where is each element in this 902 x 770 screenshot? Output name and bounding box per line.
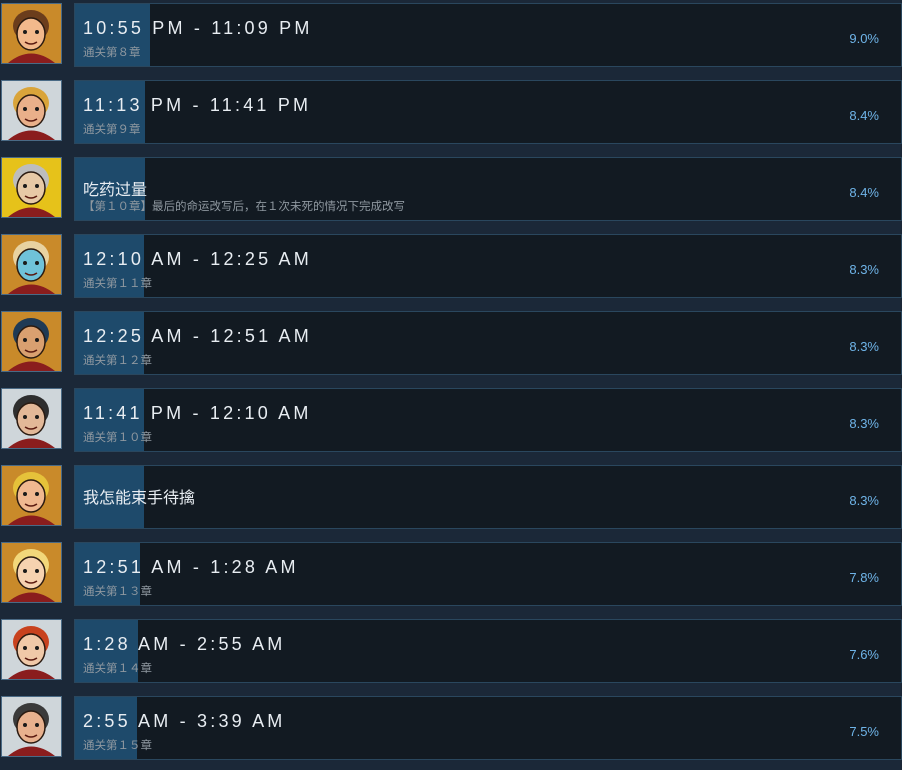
portrait-eye [23,492,27,496]
portrait-drawing [2,81,61,140]
spiky-hair-man-portrait-icon [1,696,62,757]
achievement-row[interactable]: 我怎能束手待擒 8.3% [0,462,902,539]
achievement-panel: 2:55 AM - 3:39 AM 通关第１５章 7.5% [74,696,902,760]
achievement-panel: 10:55 PM - 11:09 PM 通关第８章 9.0% [74,3,902,67]
unlock-percentage: 8.3% [849,339,879,354]
achievement-description: 通关第１０章 [83,432,152,444]
achievement-panel: 12:51 AM - 1:28 AM 通关第１３章 7.8% [74,542,902,606]
portrait-drawing [2,620,61,679]
achievement-title: 12:10 AM - 12:25 AM [83,249,312,269]
achievement-title: 2:55 AM - 3:39 AM [83,711,286,731]
portrait-face [16,94,46,128]
portrait-eye [23,415,27,419]
portrait-drawing [2,466,61,525]
portrait-eye [23,184,27,188]
portrait-face [16,633,46,667]
achievement-description: 通关第９章 [83,124,141,136]
portrait-eye [23,338,27,342]
achievement-title: 11:13 PM - 11:41 PM [83,95,312,115]
portrait-drawing [2,158,61,217]
achievement-panel: 12:25 AM - 12:51 AM 通关第１２章 8.3% [74,311,902,375]
achievement-title: 吃药过量 [83,182,148,199]
achievement-title: 10:55 PM - 11:09 PM [83,18,313,38]
blonde-girl-portrait-icon [1,542,62,603]
unlock-percentage: 8.4% [849,185,879,200]
portrait-eye [23,569,27,573]
achievement-panel: 1:28 AM - 2:55 AM 通关第１４章 7.6% [74,619,902,683]
achievement-title: 12:25 AM - 12:51 AM [83,326,312,346]
achievement-title: 1:28 AM - 2:55 AM [83,634,286,654]
achievement-description: 通关第１５章 [83,740,152,752]
portrait-drawing [2,543,61,602]
portrait-eye [35,646,39,650]
portrait-eye [35,569,39,573]
bald-man-portrait-icon [1,3,62,64]
portrait-face [16,479,46,513]
achievement-row[interactable]: 11:41 PM - 12:10 AM 通关第１０章 8.3% [0,385,902,462]
achievement-row[interactable]: 12:10 AM - 12:25 AM 通关第１１章 8.3% [0,231,902,308]
achievement-row[interactable]: 12:25 AM - 12:51 AM 通关第１２章 8.3% [0,308,902,385]
unlock-percentage: 8.4% [849,108,879,123]
portrait-face [16,17,46,51]
achievement-row[interactable]: 吃药过量 【第１０章】最后的命运改写后，在１次未死的情况下完成改写 8.4% [0,154,902,231]
achievement-panel: 12:10 AM - 12:25 AM 通关第１１章 8.3% [74,234,902,298]
portrait-face [16,710,46,744]
hooded-guard-portrait-icon [1,311,62,372]
achievement-description: 通关第１４章 [83,663,152,675]
portrait-drawing [2,235,61,294]
portrait-eye [35,338,39,342]
achievement-row[interactable]: 12:51 AM - 1:28 AM 通关第１３章 7.8% [0,539,902,616]
unlock-percentage: 8.3% [849,493,879,508]
portrait-eye [23,261,27,265]
portrait-face [16,402,46,436]
achievement-title: 我怎能束手待擒 [83,490,196,507]
portrait-drawing [2,312,61,371]
portrait-eye [23,107,27,111]
portrait-eye [35,261,39,265]
portrait-drawing [2,4,61,63]
portrait-eye [35,492,39,496]
bearded-man-portrait-icon [1,80,62,141]
unlock-percentage: 9.0% [849,31,879,46]
blue-woman-portrait-icon [1,234,62,295]
achievement-description: 【第１０章】最后的命运改写后，在１次未死的情况下完成改写 [83,201,405,213]
unlock-percentage: 7.6% [849,647,879,662]
unlock-percentage: 7.5% [849,724,879,739]
unlock-percentage: 8.3% [849,262,879,277]
red-hair-woman-portrait-icon [1,619,62,680]
unlock-percentage: 8.3% [849,416,879,431]
achievement-row[interactable]: 10:55 PM - 11:09 PM 通关第８章 9.0% [0,0,902,77]
achievement-title: 11:41 PM - 12:10 AM [83,403,312,423]
achievement-panel: 11:13 PM - 11:41 PM 通关第９章 8.4% [74,80,902,144]
portrait-face [16,556,46,590]
portrait-eye [35,723,39,727]
portrait-face [16,248,46,282]
achievement-description: 通关第１２章 [83,355,152,367]
portrait-eye [35,107,39,111]
achievement-description: 通关第１３章 [83,586,152,598]
achievement-row[interactable]: 2:55 AM - 3:39 AM 通关第１５章 7.5% [0,693,902,770]
portrait-eye [35,415,39,419]
achievement-row[interactable]: 1:28 AM - 2:55 AM 通关第１４章 7.6% [0,616,902,693]
portrait-eye [35,30,39,34]
portrait-face [16,171,46,205]
achievement-description: 通关第１１章 [83,278,152,290]
mustached-officer-portrait-icon [1,388,62,449]
unlock-percentage: 7.8% [849,570,879,585]
sunglasses-man-portrait-icon [1,465,62,526]
portrait-eye [23,723,27,727]
achievement-title: 12:51 AM - 1:28 AM [83,557,299,577]
achievement-description: 通关第８章 [83,47,141,59]
achievement-row[interactable]: 11:13 PM - 11:41 PM 通关第９章 8.4% [0,77,902,154]
portrait-eye [23,30,27,34]
portrait-eye [23,646,27,650]
portrait-face [16,325,46,359]
portrait-drawing [2,389,61,448]
portrait-eye [35,184,39,188]
achievement-panel: 我怎能束手待擒 8.3% [74,465,902,529]
achievement-panel: 吃药过量 【第１０章】最后的命运改写后，在１次未死的情况下完成改写 8.4% [74,157,902,221]
old-scientist-portrait-icon [1,157,62,218]
portrait-drawing [2,697,61,756]
achievement-panel: 11:41 PM - 12:10 AM 通关第１０章 8.3% [74,388,902,452]
